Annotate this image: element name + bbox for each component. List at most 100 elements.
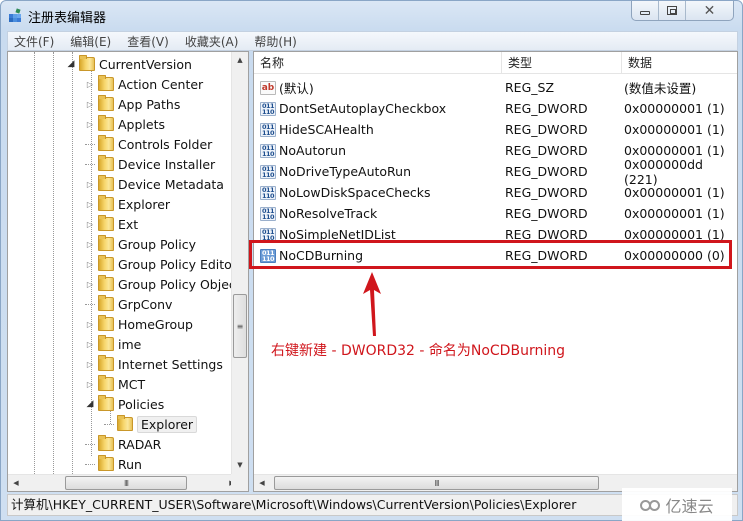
tree-item-label: Group Policy bbox=[118, 236, 196, 252]
tree-item-label: Applets bbox=[118, 116, 165, 132]
tree-item[interactable]: ▷ Explorer bbox=[85, 194, 170, 214]
tree-item[interactable]: ▷ Group Policy Objects bbox=[85, 274, 247, 294]
tree-item[interactable]: ▷ Applets bbox=[85, 114, 165, 134]
tree-connector bbox=[85, 463, 95, 465]
value-row[interactable]: ab (默认) REG_SZ (数值未设置) bbox=[254, 77, 737, 98]
collapsed-arrow-icon[interactable]: ▷ bbox=[85, 380, 95, 389]
value-type: REG_DWORD bbox=[505, 185, 588, 200]
folder-icon bbox=[98, 335, 114, 351]
value-row[interactable]: 011 110 NoDriveTypeAutoRun REG_DWORD 0x0000… bbox=[254, 157, 737, 187]
folder-icon bbox=[98, 235, 114, 251]
tree-vertical-scrollbar[interactable]: ▲ ≡ ▼ bbox=[231, 52, 248, 474]
tree-connector bbox=[85, 143, 95, 145]
menu-file[interactable]: 文件(F) bbox=[14, 33, 54, 50]
tree-item[interactable]: ◢ Policies bbox=[85, 394, 164, 414]
value-name: NoLowDiskSpaceChecks bbox=[279, 185, 431, 200]
tree-item-label: Ext bbox=[118, 216, 139, 232]
string-value-icon: ab bbox=[260, 80, 276, 95]
value-name-cell: 011 110 DontSetAutoplayCheckbox bbox=[254, 101, 502, 116]
expanded-arrow-icon[interactable]: ◢ bbox=[66, 59, 76, 69]
scroll-left-arrow-icon[interactable]: ◀ bbox=[8, 475, 24, 491]
expanded-arrow-icon[interactable]: ◢ bbox=[85, 399, 95, 409]
value-name: DontSetAutoplayCheckbox bbox=[279, 101, 447, 116]
tree-item[interactable]: ▷ Internet Settings bbox=[85, 354, 223, 374]
folder-icon bbox=[117, 415, 133, 431]
column-type[interactable]: 类型 bbox=[502, 52, 622, 74]
value-name-cell: 011 110 HideSCAHealth bbox=[254, 122, 502, 137]
maximize-button[interactable] bbox=[659, 1, 686, 20]
collapsed-arrow-icon[interactable]: ▷ bbox=[85, 280, 95, 289]
value-data: 0x00000001 (1) bbox=[624, 101, 725, 116]
tree-item[interactable]: ▷ HomeGroup bbox=[85, 314, 193, 334]
column-data[interactable]: 数据 bbox=[622, 52, 737, 74]
tree-item[interactable]: ▷ Device Metadata bbox=[85, 174, 224, 194]
collapsed-arrow-icon[interactable]: ▷ bbox=[85, 360, 95, 369]
tree-item-label: Controls Folder bbox=[118, 136, 213, 152]
collapsed-arrow-icon[interactable]: ▷ bbox=[85, 340, 95, 349]
folder-icon bbox=[98, 175, 114, 191]
horizontal-scroll-thumb[interactable]: III bbox=[65, 476, 187, 490]
value-name: HideSCAHealth bbox=[279, 122, 374, 137]
collapsed-arrow-icon[interactable]: ▷ bbox=[85, 120, 95, 129]
watermark: 亿速云 bbox=[622, 488, 732, 521]
horizontal-scroll-thumb[interactable]: III bbox=[274, 476, 599, 490]
collapsed-arrow-icon[interactable]: ▷ bbox=[85, 180, 95, 189]
collapsed-arrow-icon[interactable]: ▷ bbox=[85, 320, 95, 329]
tree-item-label: Device Installer bbox=[118, 156, 216, 172]
key-tree-pane[interactable]: ◢ CurrentVersion ▷ Action Center ▷ App Path… bbox=[7, 51, 249, 492]
folder-icon bbox=[98, 115, 114, 131]
collapsed-arrow-icon[interactable]: ▷ bbox=[85, 260, 95, 269]
tree-item[interactable]: ▷ Ext bbox=[85, 214, 138, 234]
tree-item[interactable]: ▷ Group Policy bbox=[85, 234, 196, 254]
binary-value-icon: 011 110 bbox=[260, 101, 276, 116]
tree-item-label: GrpConv bbox=[118, 296, 173, 312]
collapsed-arrow-icon[interactable]: ▷ bbox=[85, 220, 95, 229]
tree-connector bbox=[85, 443, 95, 445]
collapsed-arrow-icon[interactable]: ▷ bbox=[85, 80, 95, 89]
scroll-up-arrow-icon[interactable]: ▲ bbox=[232, 52, 248, 69]
tree-item-label: Explorer bbox=[137, 415, 198, 433]
values-pane[interactable]: 名称 类型 数据 ab (默认) REG_SZ (数值未设置) 011 110 DontS… bbox=[253, 51, 738, 492]
tree-item[interactable]: Run bbox=[85, 454, 142, 474]
value-name-cell: 011 110 NoAutorun bbox=[254, 143, 502, 158]
watermark-text: 亿速云 bbox=[665, 497, 714, 516]
value-row[interactable]: 011 110 HideSCAHealth REG_DWORD 0x00000001 … bbox=[254, 119, 737, 140]
value-data: 0x00000001 (1) bbox=[624, 122, 725, 137]
menu-view[interactable]: 查看(V) bbox=[127, 33, 169, 50]
tree-item[interactable]: RADAR bbox=[85, 434, 161, 454]
minimize-button[interactable] bbox=[632, 1, 659, 20]
close-button[interactable]: ✕ bbox=[686, 1, 733, 20]
tree-item[interactable]: Controls Folder bbox=[85, 134, 212, 154]
tree-item[interactable]: ▷ Group Policy Editor bbox=[85, 254, 237, 274]
folder-icon bbox=[98, 455, 114, 471]
value-row[interactable]: 011 110 NoLowDiskSpaceChecks REG_DWORD 0x00… bbox=[254, 182, 737, 203]
tree-item[interactable]: GrpConv bbox=[85, 294, 172, 314]
tree-item-label: Device Metadata bbox=[118, 176, 224, 192]
tree-guide-line bbox=[53, 52, 54, 474]
menu-edit[interactable]: 编辑(E) bbox=[70, 33, 111, 50]
tree-item[interactable]: ▷ MCT bbox=[85, 374, 145, 394]
tree-item[interactable]: ▷ Action Center bbox=[85, 74, 203, 94]
column-name[interactable]: 名称 bbox=[254, 52, 502, 74]
collapsed-arrow-icon[interactable]: ▷ bbox=[85, 240, 95, 249]
menu-help[interactable]: 帮助(H) bbox=[254, 33, 296, 50]
vertical-scroll-thumb[interactable]: ≡ bbox=[233, 294, 247, 358]
tree-item[interactable]: ▷ ime bbox=[85, 334, 141, 354]
close-icon: ✕ bbox=[703, 2, 716, 19]
tree-horizontal-scrollbar[interactable]: ◀ III ▶ bbox=[8, 474, 248, 491]
tree-item-label: Action Center bbox=[118, 76, 204, 92]
value-row[interactable]: 011 110 DontSetAutoplayCheckbox REG_DWORD 0… bbox=[254, 98, 737, 119]
maximize-icon bbox=[667, 6, 677, 15]
tree-item[interactable]: Explorer bbox=[104, 414, 198, 434]
value-row[interactable]: 011 110 NoResolveTrack REG_DWORD 0x00000001… bbox=[254, 203, 737, 224]
folder-open-icon bbox=[79, 55, 95, 71]
scroll-left-arrow-icon[interactable]: ◀ bbox=[254, 475, 270, 491]
tree-item[interactable]: Device Installer bbox=[85, 154, 215, 174]
menu-favorites[interactable]: 收藏夹(A) bbox=[185, 33, 239, 50]
tree-item[interactable]: ▷ App Paths bbox=[85, 94, 180, 114]
collapsed-arrow-icon[interactable]: ▷ bbox=[85, 200, 95, 209]
tree-item-label: Internet Settings bbox=[118, 356, 223, 372]
scroll-down-arrow-icon[interactable]: ▼ bbox=[232, 457, 248, 474]
collapsed-arrow-icon[interactable]: ▷ bbox=[85, 100, 95, 109]
tree-item-currentversion[interactable]: ◢ CurrentVersion bbox=[66, 54, 192, 74]
